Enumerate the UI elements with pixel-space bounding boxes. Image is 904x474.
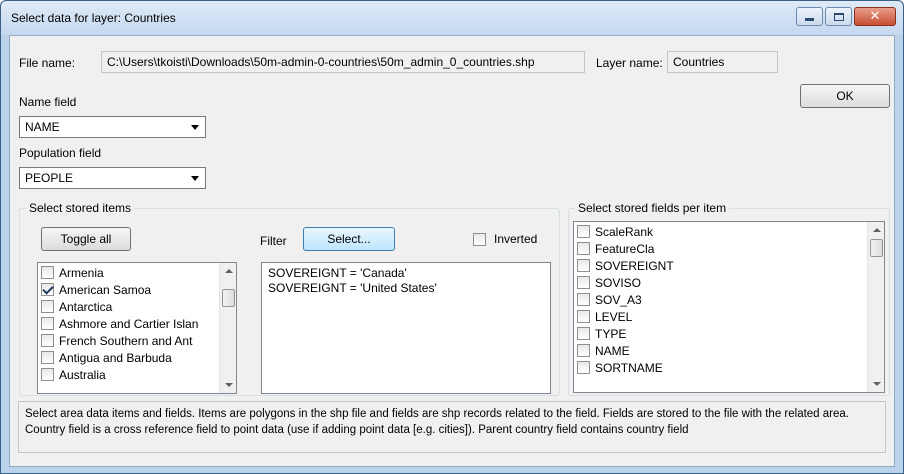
field-label: FeatureCla (595, 241, 655, 256)
filter-line: SOVEREIGNT = 'United States' (268, 281, 437, 295)
inverted-checkbox[interactable]: Inverted (473, 232, 537, 246)
inverted-label: Inverted (494, 232, 538, 246)
help-text: Select area data items and fields. Items… (18, 401, 886, 453)
filter-label: Filter (260, 234, 287, 248)
list-item[interactable]: NAME (577, 342, 630, 359)
item-label: French Southern and Ant (59, 333, 193, 348)
list-item[interactable]: SOV_A3 (577, 291, 642, 308)
ok-button[interactable]: OK (800, 84, 890, 108)
toggle-all-button[interactable]: Toggle all (41, 227, 131, 251)
file-name-field[interactable]: C:\Users\tkoisti\Downloads\50m-admin-0-c… (101, 51, 585, 73)
maximize-button[interactable] (825, 7, 852, 26)
filter-line: SOVEREIGNT = 'Canada' (268, 266, 407, 280)
item-checkbox[interactable] (41, 334, 54, 347)
item-checkbox[interactable] (41, 351, 54, 364)
field-label: TYPE (595, 326, 627, 341)
layer-name-field[interactable]: Countries (667, 51, 778, 73)
maximize-icon (833, 12, 844, 21)
file-name-label: File name: (19, 56, 76, 70)
stored-fields-group: Select stored fields per item ScaleRank … (568, 201, 890, 396)
minimize-icon (805, 18, 814, 21)
list-item[interactable]: FeatureCla (577, 240, 654, 257)
inverted-checkbox-box[interactable] (473, 232, 486, 246)
title-bar[interactable]: Select data for layer: Countries ✕ (1, 1, 903, 35)
item-checkbox[interactable] (41, 368, 54, 381)
field-checkbox[interactable] (577, 344, 590, 357)
list-item[interactable]: SOVISO (577, 274, 641, 291)
item-checkbox[interactable] (41, 317, 54, 330)
name-field-label: Name field (19, 95, 77, 109)
list-item[interactable]: Antigua and Barbuda (41, 349, 172, 366)
item-label: Antarctica (59, 299, 113, 314)
item-label: Armenia (59, 265, 104, 280)
stored-fields-title: Select stored fields per item (575, 201, 730, 215)
field-checkbox[interactable] (577, 242, 590, 255)
field-label: SOV_A3 (595, 292, 642, 307)
field-label: SORTNAME (595, 360, 663, 375)
list-item[interactable]: LEVEL (577, 308, 632, 325)
population-field-value: PEOPLE (25, 171, 74, 185)
list-item[interactable]: SOVEREIGNT (577, 257, 674, 274)
field-checkbox[interactable] (577, 310, 590, 323)
name-field-value: NAME (25, 120, 60, 134)
window-title: Select data for layer: Countries (11, 11, 176, 25)
chevron-down-icon (191, 176, 199, 181)
scroll-up-icon[interactable] (225, 269, 233, 273)
population-field-label: Population field (19, 146, 102, 160)
field-checkbox[interactable] (577, 327, 590, 340)
field-checkbox[interactable] (577, 259, 590, 272)
list-item[interactable]: American Samoa (41, 281, 151, 298)
close-icon: ✕ (869, 9, 881, 24)
scroll-up-icon[interactable] (873, 228, 881, 232)
list-item[interactable]: French Southern and Ant (41, 332, 192, 349)
name-field-select[interactable]: NAME (19, 116, 206, 138)
field-label: LEVEL (595, 309, 633, 324)
scroll-down-icon[interactable] (873, 382, 881, 386)
stored-items-title: Select stored items (26, 201, 135, 215)
dialog-window: Select data for layer: Countries ✕ File … (0, 0, 904, 474)
minimize-button[interactable] (796, 7, 823, 26)
field-label: ScaleRank (595, 224, 654, 239)
population-field-select[interactable]: PEOPLE (19, 167, 206, 189)
item-checkbox[interactable] (41, 266, 54, 279)
item-label: Australia (59, 367, 106, 382)
chevron-down-icon (191, 125, 199, 130)
item-label: Antigua and Barbuda (59, 350, 172, 365)
scroll-down-icon[interactable] (225, 383, 233, 387)
item-label: American Samoa (59, 282, 152, 297)
field-label: SOVISO (595, 275, 642, 290)
fields-scrollbar[interactable] (867, 222, 884, 392)
stored-items-group: Select stored items Toggle all Filter Se… (19, 201, 560, 396)
list-item[interactable]: SORTNAME (577, 359, 663, 376)
layer-name-label: Layer name: (596, 56, 663, 70)
field-label: SOVEREIGNT (595, 258, 674, 273)
list-item[interactable]: Armenia (41, 264, 104, 281)
stored-items-list[interactable]: Armenia American Samoa Antarctica Ashmor… (37, 262, 237, 394)
items-scrollbar[interactable] (219, 263, 236, 393)
field-label: NAME (595, 343, 630, 358)
select-filter-button[interactable]: Select... (303, 227, 395, 251)
item-checkbox[interactable] (41, 300, 54, 313)
field-checkbox[interactable] (577, 276, 590, 289)
item-checkbox[interactable] (41, 283, 54, 296)
list-item[interactable]: TYPE (577, 325, 626, 342)
scroll-thumb[interactable] (222, 289, 235, 307)
field-checkbox[interactable] (577, 361, 590, 374)
list-item[interactable]: Ashmore and Cartier Islan (41, 315, 198, 332)
dialog-client: File name: C:\Users\tkoisti\Downloads\50… (9, 35, 895, 467)
stored-fields-list[interactable]: ScaleRank FeatureCla SOVEREIGNT SOVISO S… (573, 221, 885, 393)
item-label: Ashmore and Cartier Islan (59, 316, 199, 331)
list-item[interactable]: Antarctica (41, 298, 112, 315)
close-button[interactable]: ✕ (854, 7, 896, 26)
field-checkbox[interactable] (577, 225, 590, 238)
filter-textbox[interactable]: SOVEREIGNT = 'Canada' SOVEREIGNT = 'Unit… (261, 262, 551, 394)
list-item[interactable]: ScaleRank (577, 223, 653, 240)
field-checkbox[interactable] (577, 293, 590, 306)
scroll-thumb[interactable] (870, 239, 883, 257)
list-item[interactable]: Australia (41, 366, 106, 383)
